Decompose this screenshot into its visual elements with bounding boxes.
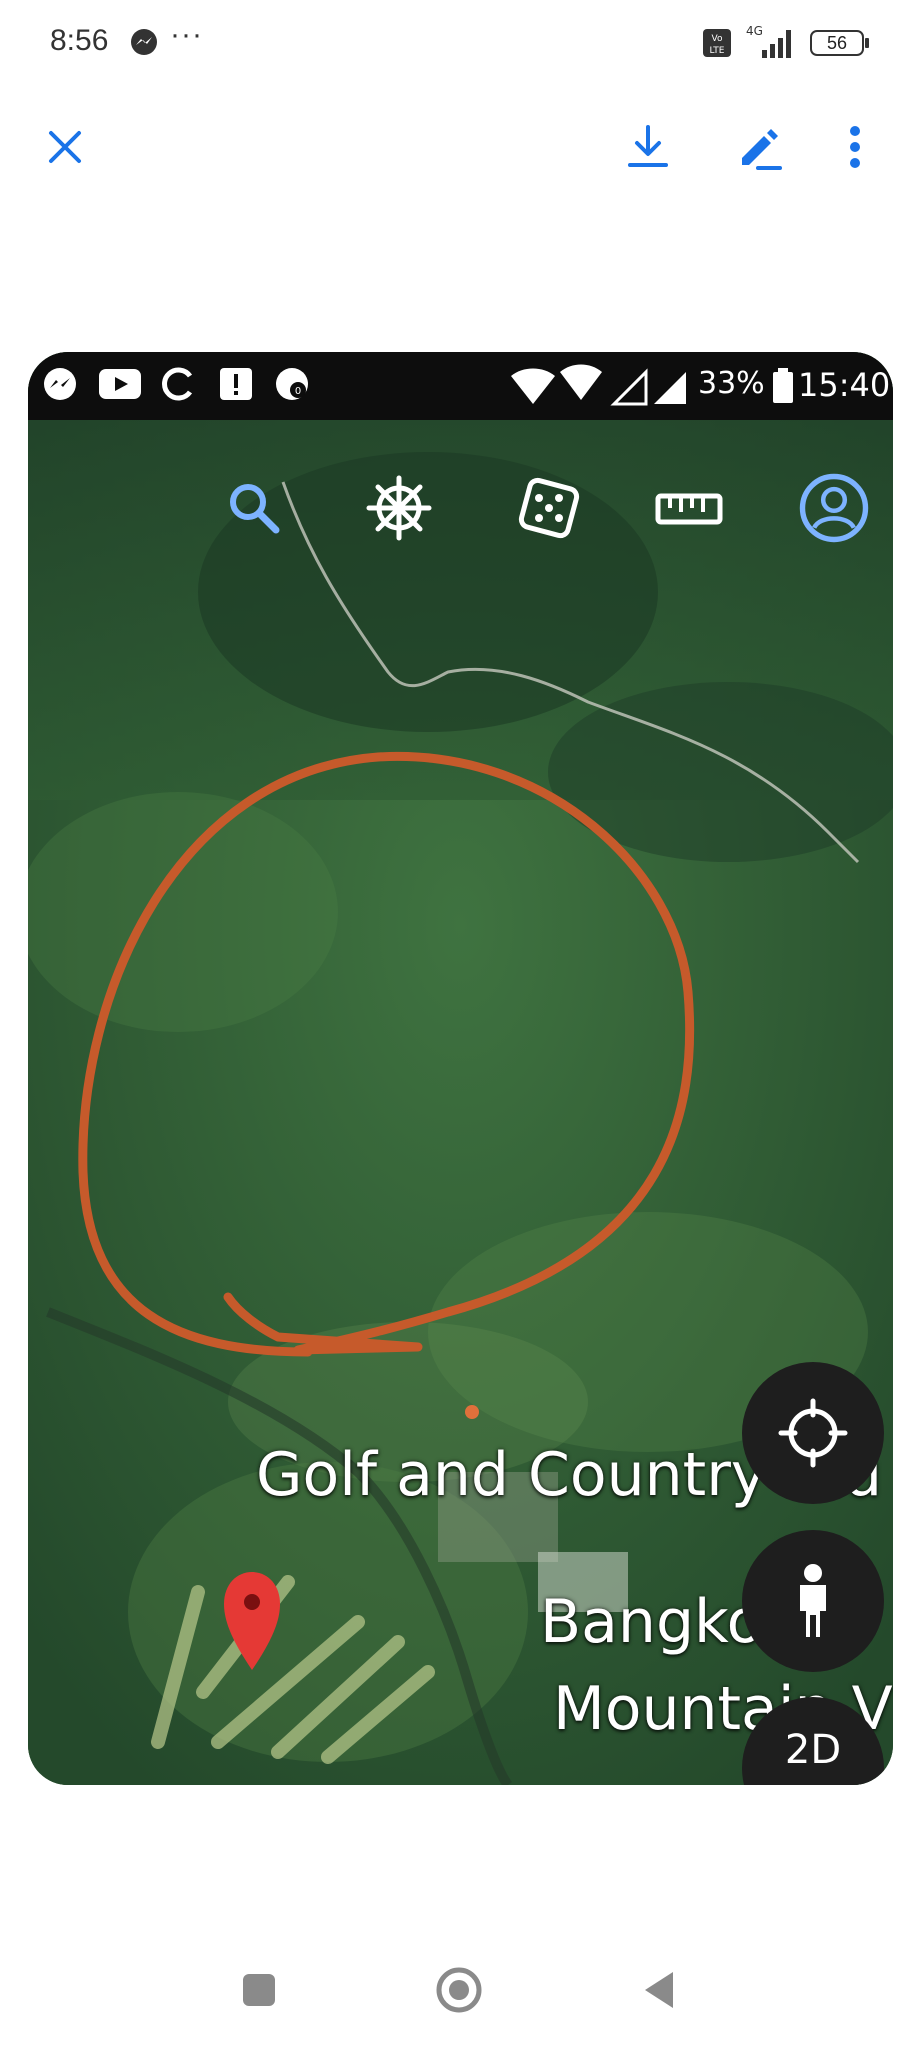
svg-text:4G: 4G bbox=[746, 24, 763, 38]
volte-icon: Vo LTE bbox=[703, 29, 731, 57]
status-time: 8:56 bbox=[50, 24, 109, 57]
pegman-icon bbox=[800, 1564, 826, 1637]
svg-text:0: 0 bbox=[295, 386, 301, 397]
close-icon bbox=[49, 131, 81, 163]
notification-alert-icon bbox=[220, 368, 252, 400]
edit-button[interactable] bbox=[724, 112, 794, 182]
inner-status-bar: 0 33% 15:40 bbox=[28, 352, 893, 420]
more-vert-icon bbox=[850, 126, 860, 168]
street-view-button[interactable] bbox=[742, 1530, 884, 1672]
my-location-button[interactable] bbox=[742, 1362, 884, 1504]
status-overflow-dots: ··· bbox=[170, 18, 203, 51]
home-button[interactable] bbox=[424, 1955, 494, 2025]
signal-icon: 4G bbox=[746, 24, 791, 58]
svg-text:Vo: Vo bbox=[712, 34, 723, 44]
youtube-icon bbox=[99, 369, 141, 399]
timer-icon: 0 bbox=[276, 368, 308, 400]
feeling-lucky-button[interactable] bbox=[513, 472, 585, 544]
messenger-icon bbox=[44, 368, 76, 400]
wifi-icon bbox=[560, 364, 602, 400]
recents-button[interactable] bbox=[224, 1955, 294, 2025]
messenger-icon bbox=[131, 29, 157, 55]
profile-icon bbox=[799, 473, 869, 543]
location-icon bbox=[511, 368, 555, 404]
crosshair-icon bbox=[778, 1398, 848, 1468]
home-icon bbox=[436, 1967, 482, 2013]
inner-battery-icon bbox=[773, 368, 793, 403]
ruler-icon bbox=[655, 493, 723, 525]
cell-signal-icon bbox=[610, 368, 686, 406]
close-button[interactable] bbox=[30, 112, 100, 182]
map-search-button[interactable] bbox=[218, 472, 290, 544]
voyager-wheel-icon bbox=[366, 475, 432, 541]
screenshot-image: 0 33% 15:40 Golf and Country Clu Bangko … bbox=[28, 352, 893, 1785]
battery-level: 56 bbox=[826, 33, 848, 53]
download-icon bbox=[628, 125, 668, 167]
status-bar: 8:56 ··· Vo LTE 4G 56 bbox=[0, 0, 921, 90]
svg-text:LTE: LTE bbox=[710, 46, 725, 56]
edit-icon bbox=[742, 129, 782, 170]
back-button[interactable] bbox=[624, 1955, 694, 2025]
back-icon bbox=[645, 1972, 673, 2008]
map-label-bangko: Bangko bbox=[540, 1587, 764, 1657]
inner-battery-percent: 33% bbox=[698, 366, 765, 401]
measure-button[interactable] bbox=[653, 472, 725, 544]
more-options-button[interactable] bbox=[820, 112, 890, 182]
profile-button[interactable] bbox=[798, 472, 870, 544]
dice-icon bbox=[518, 477, 580, 539]
search-icon bbox=[230, 484, 280, 534]
inner-status-time: 15:40 bbox=[798, 366, 891, 404]
voyager-button[interactable] bbox=[363, 472, 435, 544]
sync-icon bbox=[162, 367, 193, 401]
recents-icon bbox=[243, 1974, 275, 2006]
download-button[interactable] bbox=[613, 112, 683, 182]
